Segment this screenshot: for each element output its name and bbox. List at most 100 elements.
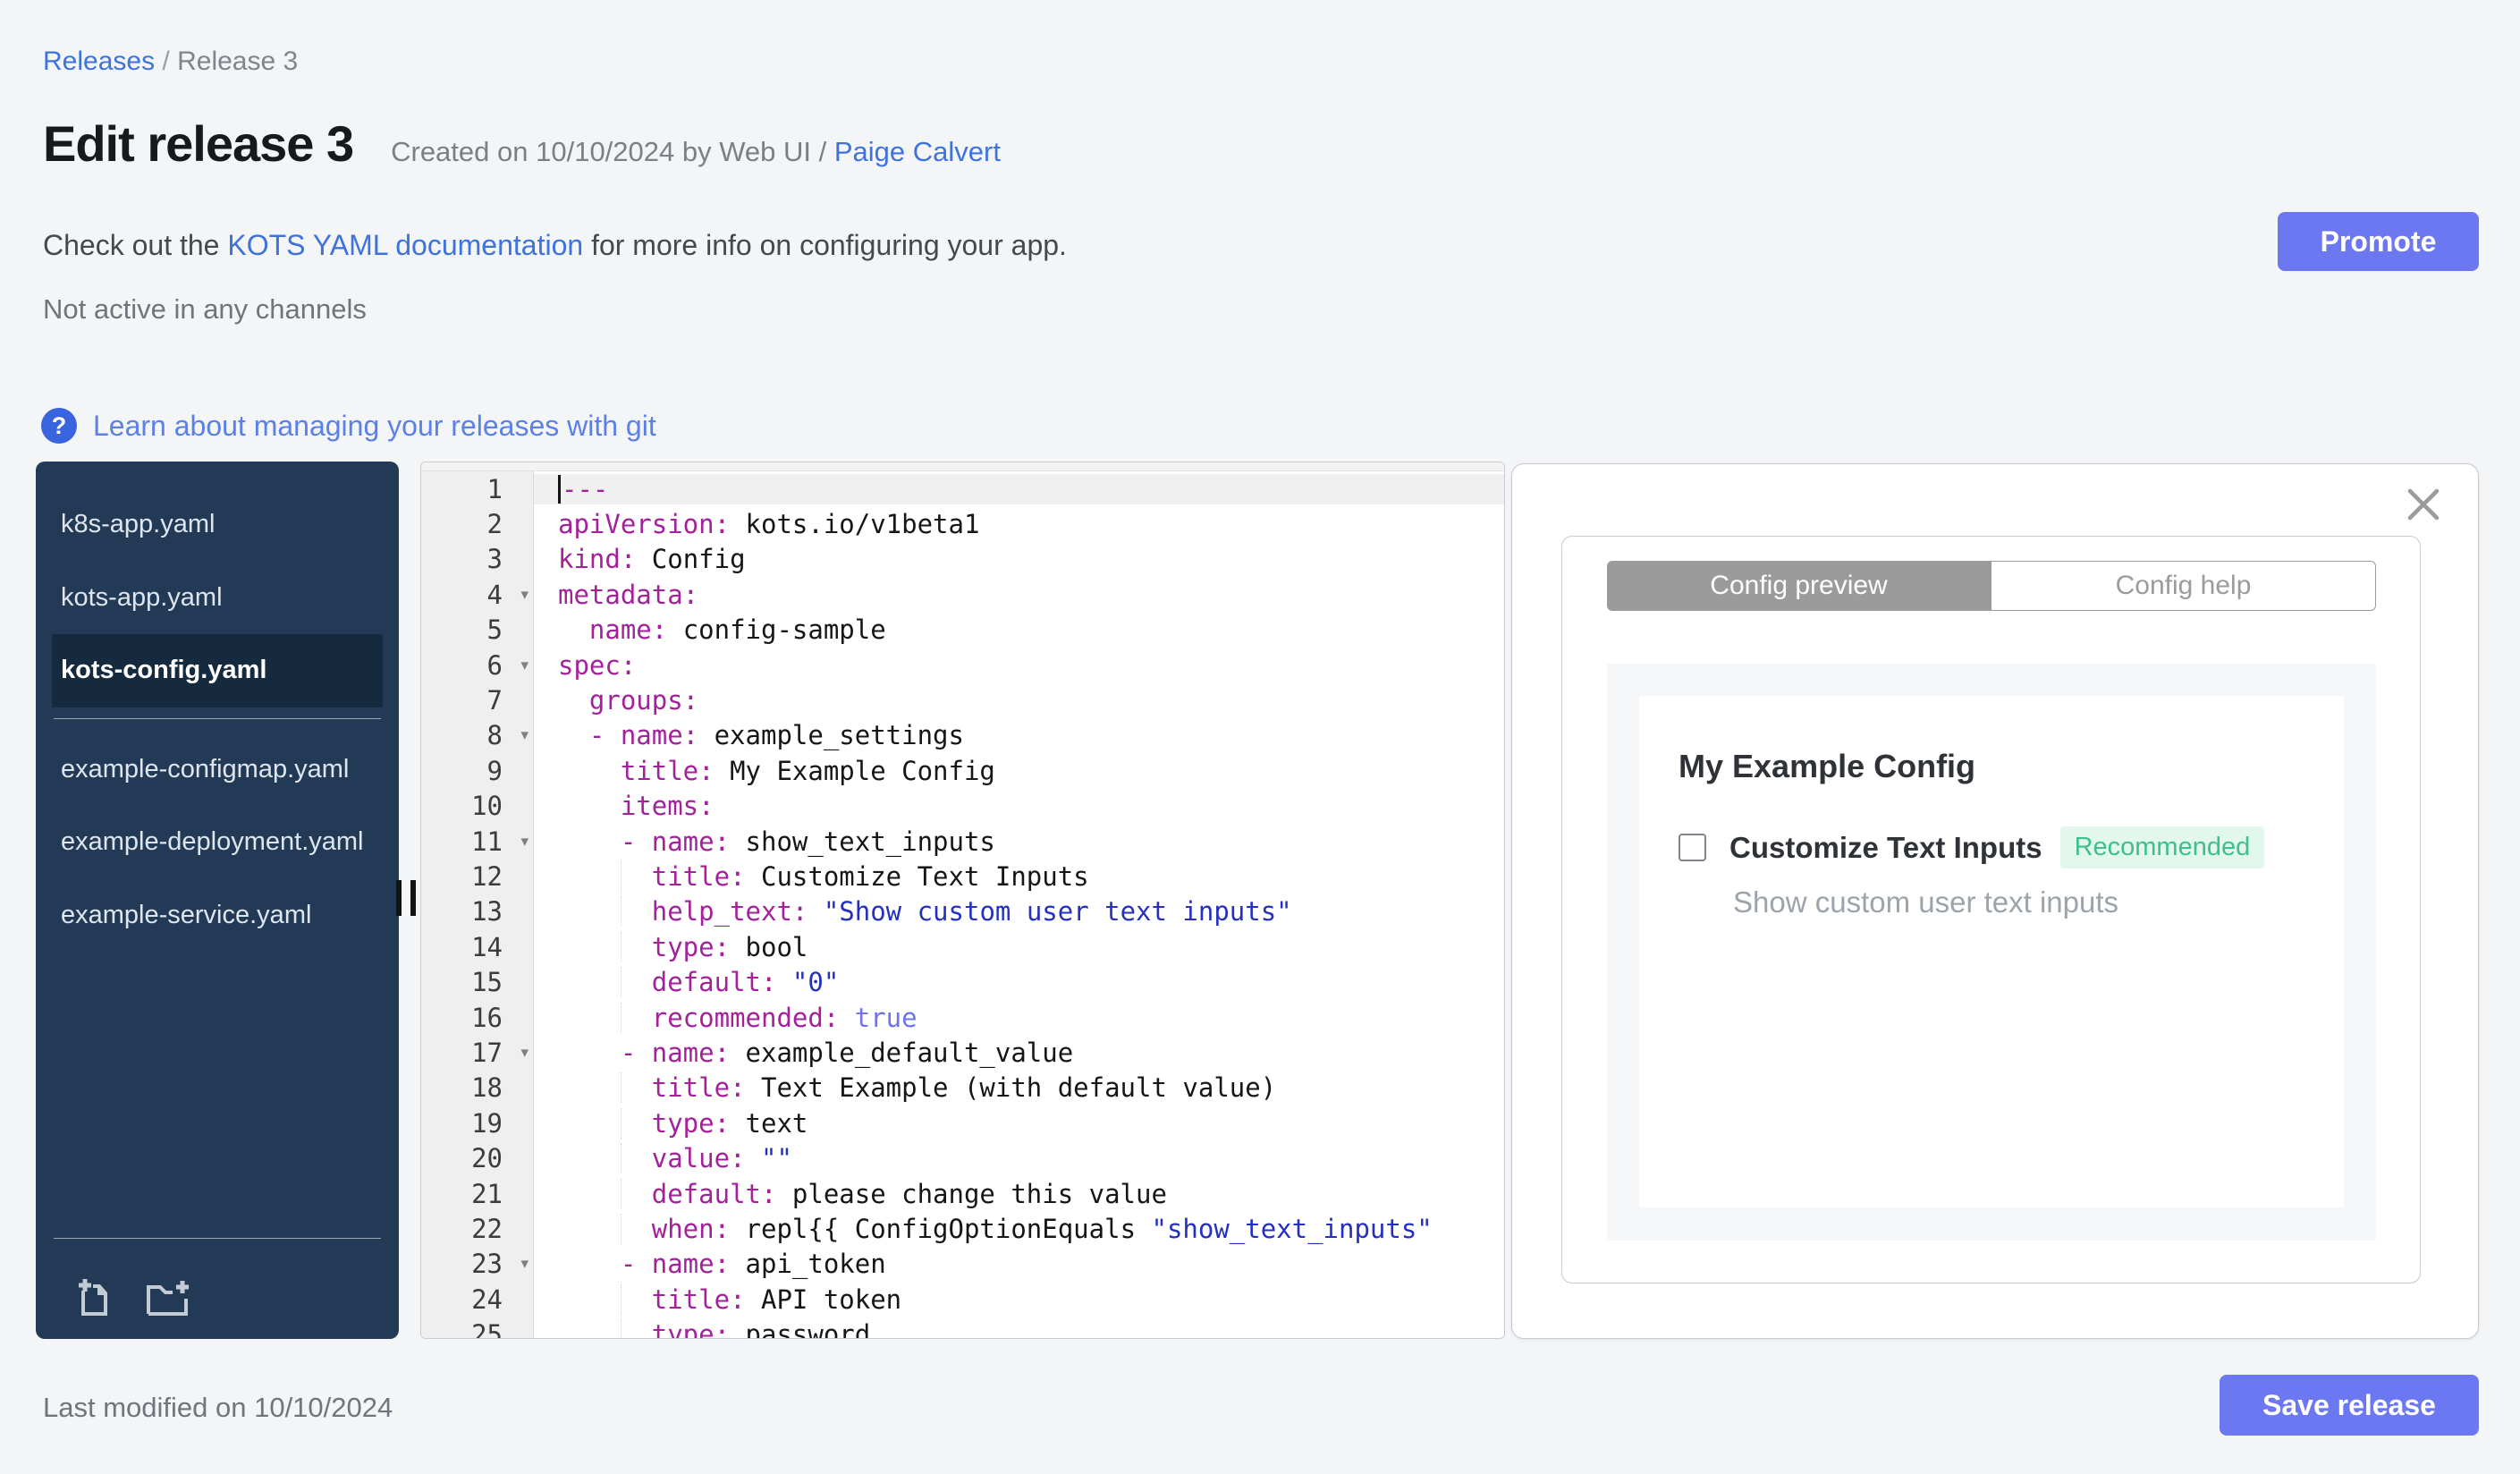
- line-number: 1: [421, 471, 534, 507]
- code-line-1[interactable]: 1 ---: [421, 471, 1504, 507]
- code-line-6[interactable]: 6 ▾ spec:: [421, 647, 1504, 683]
- preview-card: Config preview Config help My Example Co…: [1561, 536, 2421, 1283]
- config-group-title: My Example Config: [1679, 748, 1976, 784]
- code-content: default: please change this value: [534, 1178, 1504, 1209]
- preview-tabbar: Config preview Config help: [1607, 561, 2376, 611]
- code-line-19[interactable]: 19 type: text: [421, 1106, 1504, 1141]
- fold-arrow-icon[interactable]: ▾: [520, 1255, 529, 1273]
- code-line-25[interactable]: 25 type: password: [421, 1317, 1504, 1338]
- tab-config-preview[interactable]: Config preview: [1607, 561, 1991, 611]
- code-line-5[interactable]: 5 name: config-sample: [421, 612, 1504, 648]
- code-content: - name: example_settings: [588, 720, 964, 751]
- line-number: 2: [421, 506, 534, 542]
- indent-guide: [620, 896, 622, 928]
- fold-arrow-icon[interactable]: ▾: [520, 833, 529, 851]
- code-line-18[interactable]: 18 title: Text Example (with default val…: [421, 1070, 1504, 1106]
- new-file-icon[interactable]: [72, 1275, 116, 1319]
- code-line-24[interactable]: 24 title: API token: [421, 1281, 1504, 1317]
- code-line-21[interactable]: 21 default: please change this value: [421, 1175, 1504, 1212]
- line-number: 21: [421, 1175, 534, 1212]
- code-line-10[interactable]: 10 items:: [421, 788, 1504, 824]
- tab-config-help[interactable]: Config help: [1991, 561, 2376, 611]
- docs-suffix: for more info on configuring your app.: [583, 229, 1067, 261]
- code-content: type: bool: [534, 931, 1504, 962]
- line-number: 14: [421, 929, 534, 965]
- code-line-7[interactable]: 7 groups:: [421, 682, 1504, 718]
- git-releases-link[interactable]: Learn about managing your releases with …: [93, 410, 656, 443]
- created-author-link[interactable]: Paige Calvert: [834, 136, 1001, 167]
- line-number: 23 ▾: [421, 1246, 534, 1282]
- code-line-20[interactable]: 20 value: "": [421, 1140, 1504, 1176]
- code-line-3[interactable]: 3 kind: Config: [421, 541, 1504, 578]
- kots-yaml-docs-link[interactable]: KOTS YAML documentation: [227, 229, 583, 261]
- indent-guide: [620, 1002, 622, 1033]
- file-item-kots-config.yaml[interactable]: kots-config.yaml: [52, 634, 383, 707]
- line-number: 22: [421, 1211, 534, 1247]
- line-number: 17 ▾: [421, 1035, 534, 1071]
- code-content: when: repl{{ ConfigOptionEquals "show_te…: [534, 1213, 1504, 1244]
- line-number: 20: [421, 1140, 534, 1176]
- close-icon[interactable]: [2406, 487, 2440, 521]
- breadcrumb-releases-link[interactable]: Releases: [43, 47, 155, 76]
- customize-text-inputs-checkbox[interactable]: [1679, 834, 1706, 861]
- fold-arrow-icon[interactable]: ▾: [520, 657, 529, 674]
- fold-arrow-icon[interactable]: ▾: [520, 726, 529, 744]
- indent-guide: [620, 1072, 622, 1104]
- promote-button[interactable]: Promote: [2278, 212, 2479, 271]
- code-content: recommended: true: [534, 1002, 1504, 1033]
- indent-guide: [620, 1283, 622, 1315]
- code-line-12[interactable]: 12 title: Customize Text Inputs: [421, 859, 1504, 894]
- code-line-17[interactable]: 17 ▾ - name: example_default_value: [421, 1035, 1504, 1071]
- line-number: 25: [421, 1317, 534, 1338]
- code-content: name: config-sample: [588, 614, 886, 646]
- file-item-example-deployment.yaml[interactable]: example-deployment.yaml: [36, 806, 399, 879]
- indent-guide: [620, 1178, 622, 1209]
- fold-arrow-icon[interactable]: ▾: [520, 1044, 529, 1062]
- code-line-22[interactable]: 22 when: repl{{ ConfigOptionEquals "show…: [421, 1211, 1504, 1247]
- line-number: 12: [421, 859, 534, 894]
- breadcrumb: Releases / Release 3: [43, 47, 298, 77]
- fold-arrow-icon[interactable]: ▾: [520, 586, 529, 604]
- file-item-example-service.yaml[interactable]: example-service.yaml: [36, 879, 399, 953]
- yaml-editor[interactable]: 1 --- 2 apiVersion: kots.io/v1beta1 3 kind: C…: [420, 462, 1505, 1339]
- breadcrumb-current: Release 3: [177, 47, 299, 76]
- edit-release-page: Releases / Release 3 Edit release 3 Crea…: [0, 0, 2520, 1474]
- code-content: value: "": [534, 1143, 1504, 1174]
- code-content: - name: example_default_value: [620, 1037, 1074, 1068]
- new-folder-icon[interactable]: [143, 1275, 191, 1319]
- code-line-2[interactable]: 2 apiVersion: kots.io/v1beta1: [421, 506, 1504, 542]
- code-line-14[interactable]: 14 type: bool: [421, 929, 1504, 965]
- code-content: type: text: [534, 1107, 1504, 1139]
- code-line-16[interactable]: 16 recommended: true: [421, 999, 1504, 1036]
- channel-status: Not active in any channels: [43, 293, 367, 325]
- line-number: 19: [421, 1106, 534, 1141]
- breadcrumb-separator: /: [162, 47, 170, 76]
- code-line-15[interactable]: 15 default: "0": [421, 964, 1504, 1000]
- line-number: 16: [421, 999, 534, 1036]
- docs-prefix: Check out the: [43, 229, 228, 261]
- code-line-23[interactable]: 23 ▾ - name: api_token: [421, 1246, 1504, 1282]
- line-number: 6 ▾: [421, 647, 534, 683]
- code-line-8[interactable]: 8 ▾ - name: example_settings: [421, 717, 1504, 754]
- file-item-k8s-app.yaml[interactable]: k8s-app.yaml: [36, 488, 399, 562]
- file-list: k8s-app.yaml kots-app.yaml kots-config.yam…: [36, 488, 399, 952]
- code-line-11[interactable]: 11 ▾ - name: show_text_inputs: [421, 823, 1504, 860]
- save-release-button[interactable]: Save release: [2220, 1375, 2479, 1436]
- code-line-4[interactable]: 4 ▾ metadata:: [421, 577, 1504, 613]
- sidebar-resize-handle[interactable]: [396, 880, 416, 916]
- question-icon[interactable]: ?: [41, 408, 77, 444]
- code-content: metadata:: [558, 579, 699, 610]
- line-number: 7: [421, 682, 534, 718]
- text-cursor: [558, 474, 561, 504]
- line-number: 8 ▾: [421, 717, 534, 754]
- recommended-badge: Recommended: [2059, 826, 2265, 868]
- file-item-kots-app.yaml[interactable]: kots-app.yaml: [36, 562, 399, 635]
- config-group-card: My Example Config Customize Text Inputs …: [1639, 696, 2344, 1207]
- file-item-example-configmap.yaml[interactable]: example-configmap.yaml: [36, 733, 399, 807]
- code-line-13[interactable]: 13 help_text: "Show custom user text inp…: [421, 894, 1504, 930]
- code-content: apiVersion: kots.io/v1beta1: [558, 509, 980, 540]
- code-line-9[interactable]: 9 title: My Example Config: [421, 753, 1504, 789]
- editor-top-strip: [421, 462, 1504, 471]
- code-content: title: Customize Text Inputs: [534, 860, 1504, 892]
- git-help-row: ? Learn about managing your releases wit…: [41, 408, 656, 444]
